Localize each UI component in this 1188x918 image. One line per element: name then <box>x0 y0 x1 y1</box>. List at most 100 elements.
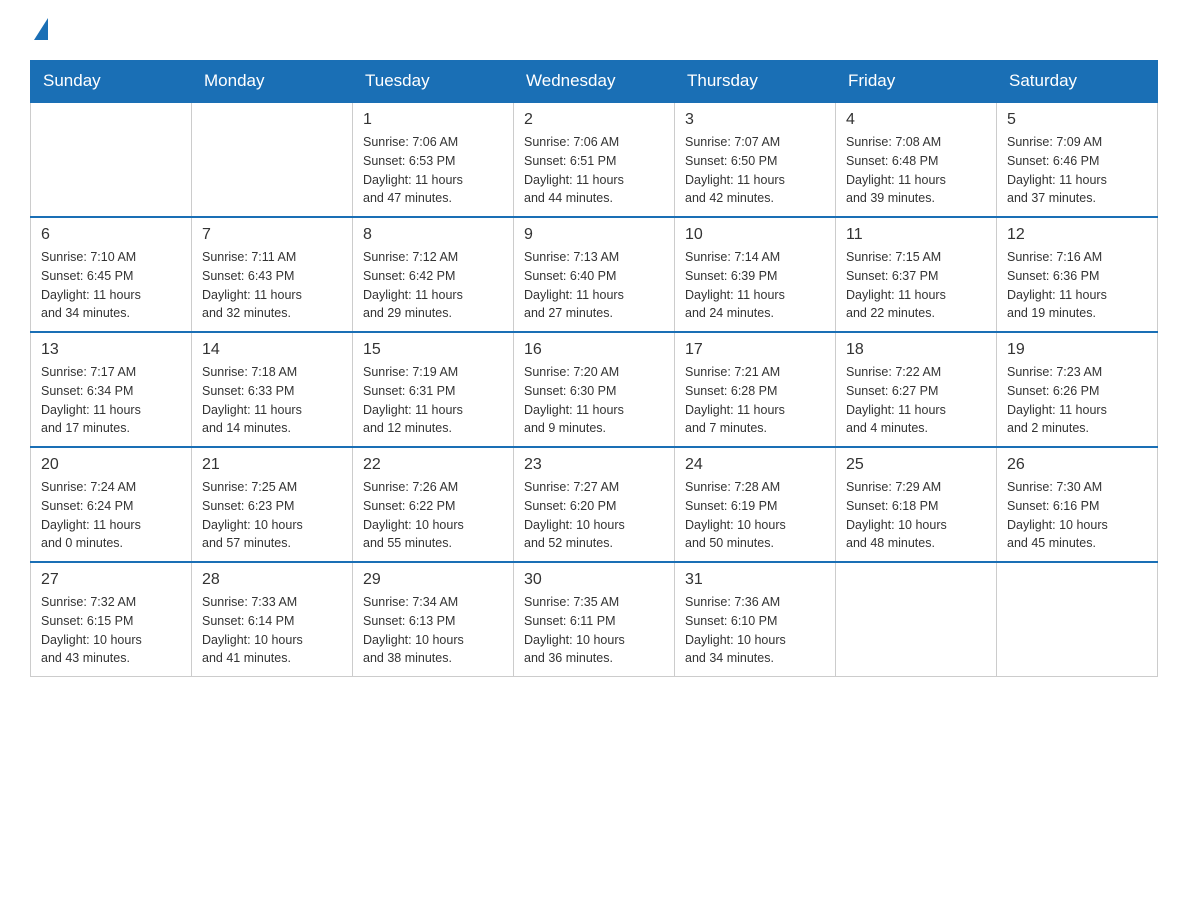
day-info: Sunrise: 7:15 AM Sunset: 6:37 PM Dayligh… <box>846 248 986 323</box>
calendar-cell: 1 Sunrise: 7:06 AM Sunset: 6:53 PM Daylig… <box>353 102 514 217</box>
day-info: Sunrise: 7:18 AM Sunset: 6:33 PM Dayligh… <box>202 363 342 438</box>
calendar-cell: 5 Sunrise: 7:09 AM Sunset: 6:46 PM Daylig… <box>997 102 1158 217</box>
calendar-cell: 30Sunrise: 7:35 AM Sunset: 6:11 PM Dayli… <box>514 562 675 677</box>
day-number: 2 <box>524 111 664 129</box>
calendar-cell: 18 Sunrise: 7:22 AM Sunset: 6:27 PM Dayli… <box>836 332 997 447</box>
day-info: Sunrise: 7:20 AM Sunset: 6:30 PM Dayligh… <box>524 363 664 438</box>
day-info: Sunrise: 7:25 AM Sunset: 6:23 PM Dayligh… <box>202 478 342 553</box>
calendar-cell <box>836 562 997 677</box>
logo-triangle-icon <box>34 18 48 40</box>
day-info: Sunrise: 7:21 AM Sunset: 6:28 PM Dayligh… <box>685 363 825 438</box>
day-number: 6 <box>41 226 181 244</box>
day-number: 27 <box>41 571 181 589</box>
column-header-wednesday: Wednesday <box>514 61 675 103</box>
day-number: 7 <box>202 226 342 244</box>
calendar-cell: 17Sunrise: 7:21 AM Sunset: 6:28 PM Dayli… <box>675 332 836 447</box>
day-info: Sunrise: 7:36 AM Sunset: 6:10 PM Dayligh… <box>685 593 825 668</box>
calendar-cell <box>997 562 1158 677</box>
column-header-sunday: Sunday <box>31 61 192 103</box>
day-number: 14 <box>202 341 342 359</box>
day-number: 11 <box>846 226 986 244</box>
day-number: 13 <box>41 341 181 359</box>
day-number: 10 <box>685 226 825 244</box>
calendar-week-row: 1 Sunrise: 7:06 AM Sunset: 6:53 PM Daylig… <box>31 102 1158 217</box>
calendar-cell: 13 Sunrise: 7:17 AM Sunset: 6:34 PM Dayli… <box>31 332 192 447</box>
column-header-thursday: Thursday <box>675 61 836 103</box>
day-number: 21 <box>202 456 342 474</box>
day-number: 20 <box>41 456 181 474</box>
calendar-header-row: SundayMondayTuesdayWednesdayThursdayFrid… <box>31 61 1158 103</box>
calendar-cell: 6 Sunrise: 7:10 AM Sunset: 6:45 PM Daylig… <box>31 217 192 332</box>
page-header <box>30 20 1158 40</box>
calendar-cell: 22Sunrise: 7:26 AM Sunset: 6:22 PM Dayli… <box>353 447 514 562</box>
logo <box>30 20 48 40</box>
day-number: 4 <box>846 111 986 129</box>
column-header-friday: Friday <box>836 61 997 103</box>
day-info: Sunrise: 7:33 AM Sunset: 6:14 PM Dayligh… <box>202 593 342 668</box>
calendar-cell: 25 Sunrise: 7:29 AM Sunset: 6:18 PM Dayli… <box>836 447 997 562</box>
calendar-cell <box>192 102 353 217</box>
calendar-cell: 21 Sunrise: 7:25 AM Sunset: 6:23 PM Dayli… <box>192 447 353 562</box>
day-number: 18 <box>846 341 986 359</box>
day-info: Sunrise: 7:22 AM Sunset: 6:27 PM Dayligh… <box>846 363 986 438</box>
day-number: 12 <box>1007 226 1147 244</box>
day-number: 3 <box>685 111 825 129</box>
calendar-cell: 12Sunrise: 7:16 AM Sunset: 6:36 PM Dayli… <box>997 217 1158 332</box>
calendar-cell: 19 Sunrise: 7:23 AM Sunset: 6:26 PM Dayli… <box>997 332 1158 447</box>
day-number: 26 <box>1007 456 1147 474</box>
day-number: 9 <box>524 226 664 244</box>
day-info: Sunrise: 7:26 AM Sunset: 6:22 PM Dayligh… <box>363 478 503 553</box>
day-info: Sunrise: 7:35 AM Sunset: 6:11 PM Dayligh… <box>524 593 664 668</box>
column-header-saturday: Saturday <box>997 61 1158 103</box>
day-number: 29 <box>363 571 503 589</box>
calendar-cell: 24Sunrise: 7:28 AM Sunset: 6:19 PM Dayli… <box>675 447 836 562</box>
calendar-cell: 4 Sunrise: 7:08 AM Sunset: 6:48 PM Daylig… <box>836 102 997 217</box>
day-number: 15 <box>363 341 503 359</box>
calendar-cell: 3 Sunrise: 7:07 AM Sunset: 6:50 PM Daylig… <box>675 102 836 217</box>
column-header-tuesday: Tuesday <box>353 61 514 103</box>
day-info: Sunrise: 7:10 AM Sunset: 6:45 PM Dayligh… <box>41 248 181 323</box>
calendar-cell <box>31 102 192 217</box>
day-info: Sunrise: 7:06 AM Sunset: 6:53 PM Dayligh… <box>363 133 503 208</box>
day-number: 1 <box>363 111 503 129</box>
day-info: Sunrise: 7:08 AM Sunset: 6:48 PM Dayligh… <box>846 133 986 208</box>
calendar-cell: 11 Sunrise: 7:15 AM Sunset: 6:37 PM Dayli… <box>836 217 997 332</box>
day-info: Sunrise: 7:07 AM Sunset: 6:50 PM Dayligh… <box>685 133 825 208</box>
day-info: Sunrise: 7:17 AM Sunset: 6:34 PM Dayligh… <box>41 363 181 438</box>
day-info: Sunrise: 7:13 AM Sunset: 6:40 PM Dayligh… <box>524 248 664 323</box>
calendar-cell: 15Sunrise: 7:19 AM Sunset: 6:31 PM Dayli… <box>353 332 514 447</box>
day-number: 31 <box>685 571 825 589</box>
calendar-cell: 10 Sunrise: 7:14 AM Sunset: 6:39 PM Dayli… <box>675 217 836 332</box>
column-header-monday: Monday <box>192 61 353 103</box>
calendar-cell: 2 Sunrise: 7:06 AM Sunset: 6:51 PM Daylig… <box>514 102 675 217</box>
calendar-cell: 9 Sunrise: 7:13 AM Sunset: 6:40 PM Daylig… <box>514 217 675 332</box>
calendar-cell: 7 Sunrise: 7:11 AM Sunset: 6:43 PM Daylig… <box>192 217 353 332</box>
day-info: Sunrise: 7:23 AM Sunset: 6:26 PM Dayligh… <box>1007 363 1147 438</box>
calendar-cell: 8 Sunrise: 7:12 AM Sunset: 6:42 PM Daylig… <box>353 217 514 332</box>
day-info: Sunrise: 7:11 AM Sunset: 6:43 PM Dayligh… <box>202 248 342 323</box>
day-number: 25 <box>846 456 986 474</box>
day-number: 28 <box>202 571 342 589</box>
day-info: Sunrise: 7:29 AM Sunset: 6:18 PM Dayligh… <box>846 478 986 553</box>
calendar-cell: 26Sunrise: 7:30 AM Sunset: 6:16 PM Dayli… <box>997 447 1158 562</box>
day-info: Sunrise: 7:34 AM Sunset: 6:13 PM Dayligh… <box>363 593 503 668</box>
day-info: Sunrise: 7:32 AM Sunset: 6:15 PM Dayligh… <box>41 593 181 668</box>
day-info: Sunrise: 7:09 AM Sunset: 6:46 PM Dayligh… <box>1007 133 1147 208</box>
calendar-week-row: 20 Sunrise: 7:24 AM Sunset: 6:24 PM Dayli… <box>31 447 1158 562</box>
day-number: 19 <box>1007 341 1147 359</box>
day-number: 8 <box>363 226 503 244</box>
day-info: Sunrise: 7:24 AM Sunset: 6:24 PM Dayligh… <box>41 478 181 553</box>
calendar-cell: 20 Sunrise: 7:24 AM Sunset: 6:24 PM Dayli… <box>31 447 192 562</box>
day-info: Sunrise: 7:06 AM Sunset: 6:51 PM Dayligh… <box>524 133 664 208</box>
calendar-cell: 23Sunrise: 7:27 AM Sunset: 6:20 PM Dayli… <box>514 447 675 562</box>
day-number: 23 <box>524 456 664 474</box>
calendar-week-row: 27 Sunrise: 7:32 AM Sunset: 6:15 PM Dayli… <box>31 562 1158 677</box>
day-info: Sunrise: 7:14 AM Sunset: 6:39 PM Dayligh… <box>685 248 825 323</box>
day-number: 5 <box>1007 111 1147 129</box>
calendar-cell: 14 Sunrise: 7:18 AM Sunset: 6:33 PM Dayli… <box>192 332 353 447</box>
calendar-week-row: 13 Sunrise: 7:17 AM Sunset: 6:34 PM Dayli… <box>31 332 1158 447</box>
day-info: Sunrise: 7:28 AM Sunset: 6:19 PM Dayligh… <box>685 478 825 553</box>
calendar-table: SundayMondayTuesdayWednesdayThursdayFrid… <box>30 60 1158 677</box>
day-info: Sunrise: 7:12 AM Sunset: 6:42 PM Dayligh… <box>363 248 503 323</box>
calendar-cell: 29 Sunrise: 7:34 AM Sunset: 6:13 PM Dayli… <box>353 562 514 677</box>
